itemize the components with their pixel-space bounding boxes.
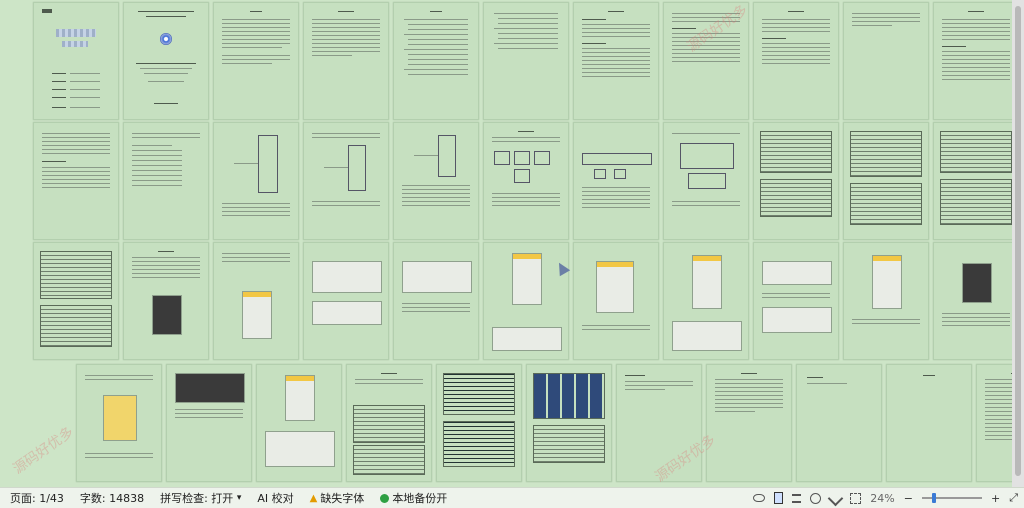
web-icon[interactable] bbox=[810, 492, 822, 504]
page-thumb-20-table[interactable] bbox=[843, 122, 929, 240]
page-thumb-23-ch4[interactable] bbox=[123, 242, 209, 360]
page-thumb-cover[interactable] bbox=[33, 2, 119, 120]
page-thumb-31[interactable] bbox=[843, 242, 929, 360]
pen-icon[interactable] bbox=[828, 490, 844, 506]
spell-check-label: 拼写检查: 打开 bbox=[160, 492, 234, 505]
expand-icon[interactable]: ⤢ bbox=[1009, 491, 1018, 505]
page-row-2 bbox=[33, 122, 1012, 240]
page-thumb-15-diagram[interactable] bbox=[393, 122, 479, 240]
page-thumb-ch3[interactable] bbox=[933, 2, 1012, 120]
zoom-in-button[interactable]: + bbox=[991, 492, 1000, 505]
page-thumb-40[interactable] bbox=[706, 364, 792, 482]
page-thumb-21-table[interactable] bbox=[933, 122, 1012, 240]
local-backup-button[interactable]: 本地备份开 bbox=[380, 490, 447, 506]
page-thumb-25[interactable] bbox=[303, 242, 389, 360]
page-thumb-28[interactable] bbox=[573, 242, 659, 360]
document-canvas[interactable]: 源码好优多 源码好优多 源码好优多 bbox=[0, 0, 1012, 487]
page-thumb-13-diagram[interactable] bbox=[213, 122, 299, 240]
ai-proofread-button[interactable]: AI 校对 bbox=[257, 490, 293, 506]
eye-icon[interactable] bbox=[753, 494, 766, 502]
page-thumb-12[interactable] bbox=[123, 122, 209, 240]
missing-font-label: 缺失字体 bbox=[320, 492, 365, 505]
page-thumb-ch1-cont[interactable] bbox=[663, 2, 749, 120]
page-thumb-ch2[interactable] bbox=[753, 2, 839, 120]
page-thumb-29[interactable] bbox=[663, 242, 749, 360]
page-thumb-24[interactable] bbox=[213, 242, 299, 360]
page-view-icon[interactable] bbox=[774, 492, 784, 504]
page-thumb-title[interactable] bbox=[123, 2, 209, 120]
backup-status-icon bbox=[380, 493, 390, 503]
chevron-down-icon: ▾ bbox=[236, 493, 242, 503]
page-thumb-ch2-cont[interactable] bbox=[843, 2, 929, 120]
zoom-slider[interactable] bbox=[921, 493, 982, 503]
page-thumb-27[interactable] bbox=[483, 242, 569, 360]
page-thumb-22-table[interactable] bbox=[33, 242, 119, 360]
status-bar: 页面: 1/43 字数: 14838 拼写检查: 打开 ▾ AI 校对 ▲ 缺失字… bbox=[0, 487, 1024, 508]
page-thumb-11[interactable] bbox=[33, 122, 119, 240]
watermark-bottom-left: 源码好优多 bbox=[10, 424, 77, 478]
page-thumb-18-flow[interactable] bbox=[663, 122, 749, 240]
page-thumb-42[interactable] bbox=[886, 364, 972, 482]
spell-check-toggle[interactable]: 拼写检查: 打开 ▾ bbox=[160, 490, 241, 506]
page-thumb-19-table[interactable] bbox=[753, 122, 839, 240]
page-thumb-38-table[interactable] bbox=[526, 364, 612, 482]
page-indicator[interactable]: 页面: 1/43 bbox=[10, 490, 64, 506]
page-thumb-43-refs[interactable] bbox=[976, 364, 1012, 482]
page-thumb-toc-1[interactable] bbox=[393, 2, 479, 120]
page-thumb-16-flow[interactable] bbox=[483, 122, 569, 240]
warning-icon: ▲ bbox=[309, 492, 318, 504]
missing-font-button[interactable]: ▲ 缺失字体 bbox=[310, 490, 365, 506]
view-controls: 24% − + ⤢ bbox=[753, 488, 1018, 508]
page-thumb-toc-2[interactable] bbox=[483, 2, 569, 120]
page-row-4 bbox=[76, 364, 1012, 482]
page-thumb-30[interactable] bbox=[753, 242, 839, 360]
page-thumb-26[interactable] bbox=[393, 242, 479, 360]
zoom-level[interactable]: 24% bbox=[870, 492, 894, 505]
page-thumb-41[interactable] bbox=[796, 364, 882, 482]
fit-icon[interactable] bbox=[850, 492, 862, 504]
word-count[interactable]: 字数: 14838 bbox=[80, 490, 144, 506]
university-logo-icon bbox=[160, 33, 172, 45]
page-thumb-abstract-en[interactable] bbox=[303, 2, 389, 120]
page-thumb-39[interactable] bbox=[616, 364, 702, 482]
scrollbar-thumb[interactable] bbox=[1015, 6, 1021, 476]
outline-icon[interactable] bbox=[792, 493, 802, 503]
page-thumb-abstract-cn[interactable] bbox=[213, 2, 299, 120]
page-thumb-35[interactable] bbox=[256, 364, 342, 482]
page-thumb-36-ch5[interactable] bbox=[346, 364, 432, 482]
page-thumb-ch1[interactable] bbox=[573, 2, 659, 120]
zoom-out-button[interactable]: − bbox=[904, 492, 913, 505]
page-row-1 bbox=[33, 2, 1012, 120]
page-thumb-34[interactable] bbox=[166, 364, 252, 482]
page-thumb-32[interactable] bbox=[933, 242, 1012, 360]
page-thumb-33[interactable] bbox=[76, 364, 162, 482]
page-thumb-37-table[interactable] bbox=[436, 364, 522, 482]
local-backup-label: 本地备份开 bbox=[392, 492, 448, 505]
page-thumb-17-flow[interactable] bbox=[573, 122, 659, 240]
vertical-scrollbar[interactable] bbox=[1012, 0, 1024, 487]
page-row-3 bbox=[33, 242, 1012, 360]
page-thumb-14-diagram[interactable] bbox=[303, 122, 389, 240]
zoom-slider-knob[interactable] bbox=[931, 493, 936, 503]
